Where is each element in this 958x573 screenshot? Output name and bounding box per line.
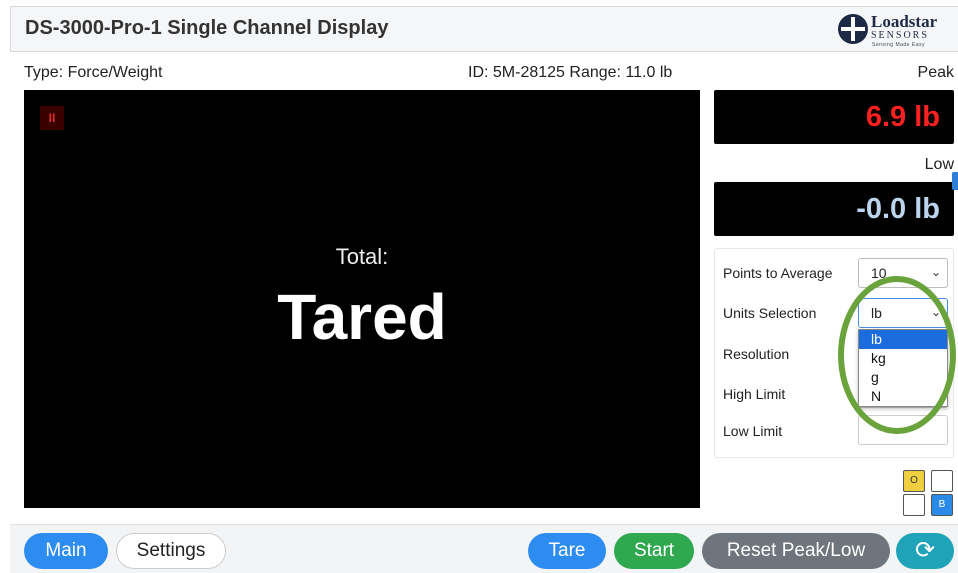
reset-peak-low-button[interactable]: Reset Peak/Low [702,533,890,569]
low-value: -0.0 lb [714,182,954,236]
main-button[interactable]: Main [24,533,108,569]
mini-button-o[interactable]: O [903,470,925,492]
refresh-icon: ⟳ [914,537,936,564]
low-limit-label: Low Limit [723,423,783,439]
mini-button-bottom-left[interactable] [903,494,925,516]
page-title: DS-3000-Pro-1 Single Channel Display [25,17,389,39]
units-selection-select[interactable]: lb ⌄ [858,298,948,328]
pause-icon[interactable]: II [40,106,64,130]
side-panel-tab[interactable] [952,172,958,190]
settings-button[interactable]: Settings [116,533,226,569]
logo-name: Loadstar [871,12,938,31]
tare-button[interactable]: Tare [528,533,606,569]
points-to-average-value: 10 [871,265,887,281]
settings-panel: Points to Average 10 ⌄ Units Selection l… [714,248,954,458]
chevron-down-icon: ⌄ [930,305,941,319]
resolution-label: Resolution [723,346,790,362]
low-limit-input[interactable] [858,415,948,445]
low-label: Low [924,156,954,173]
units-option-n[interactable]: N [859,387,947,406]
refresh-button[interactable]: ⟳ [896,533,954,569]
sensor-id-range: ID: 5M-28125 Range: 11.0 lb [468,64,673,81]
mini-button-b[interactable]: B [931,494,953,516]
points-to-average-label: Points to Average [723,265,833,281]
peak-value: 6.9 lb [714,90,954,144]
logo-sub: SENSORS [871,30,929,41]
units-option-g[interactable]: g [859,368,947,387]
main-display: II Total: Tared [24,90,700,508]
total-label: Total: [335,244,389,269]
mini-button-top-right[interactable] [931,470,953,492]
chevron-down-icon: ⌄ [930,265,941,279]
title-bar: DS-3000-Pro-1 Single Channel Display Loa… [10,6,958,52]
sensor-type: Type: Force/Weight [24,64,163,81]
units-selection-value: lb [871,305,882,321]
units-option-lb[interactable]: lb [859,330,947,349]
peak-label: Peak [917,64,954,81]
high-limit-label: High Limit [723,386,786,402]
points-to-average-select[interactable]: 10 ⌄ [858,258,948,288]
units-selection-label: Units Selection [723,305,817,321]
logo-tagline: Sensing Made Easy [872,42,925,48]
loadstar-logo: Loadstar SENSORS Sensing Made Easy [838,11,950,49]
start-button[interactable]: Start [614,533,694,569]
units-option-kg[interactable]: kg [859,349,947,368]
logo-mark-icon [838,14,868,44]
units-dropdown-list: lb kg g N [858,329,948,407]
total-reading: Tared [277,281,447,353]
